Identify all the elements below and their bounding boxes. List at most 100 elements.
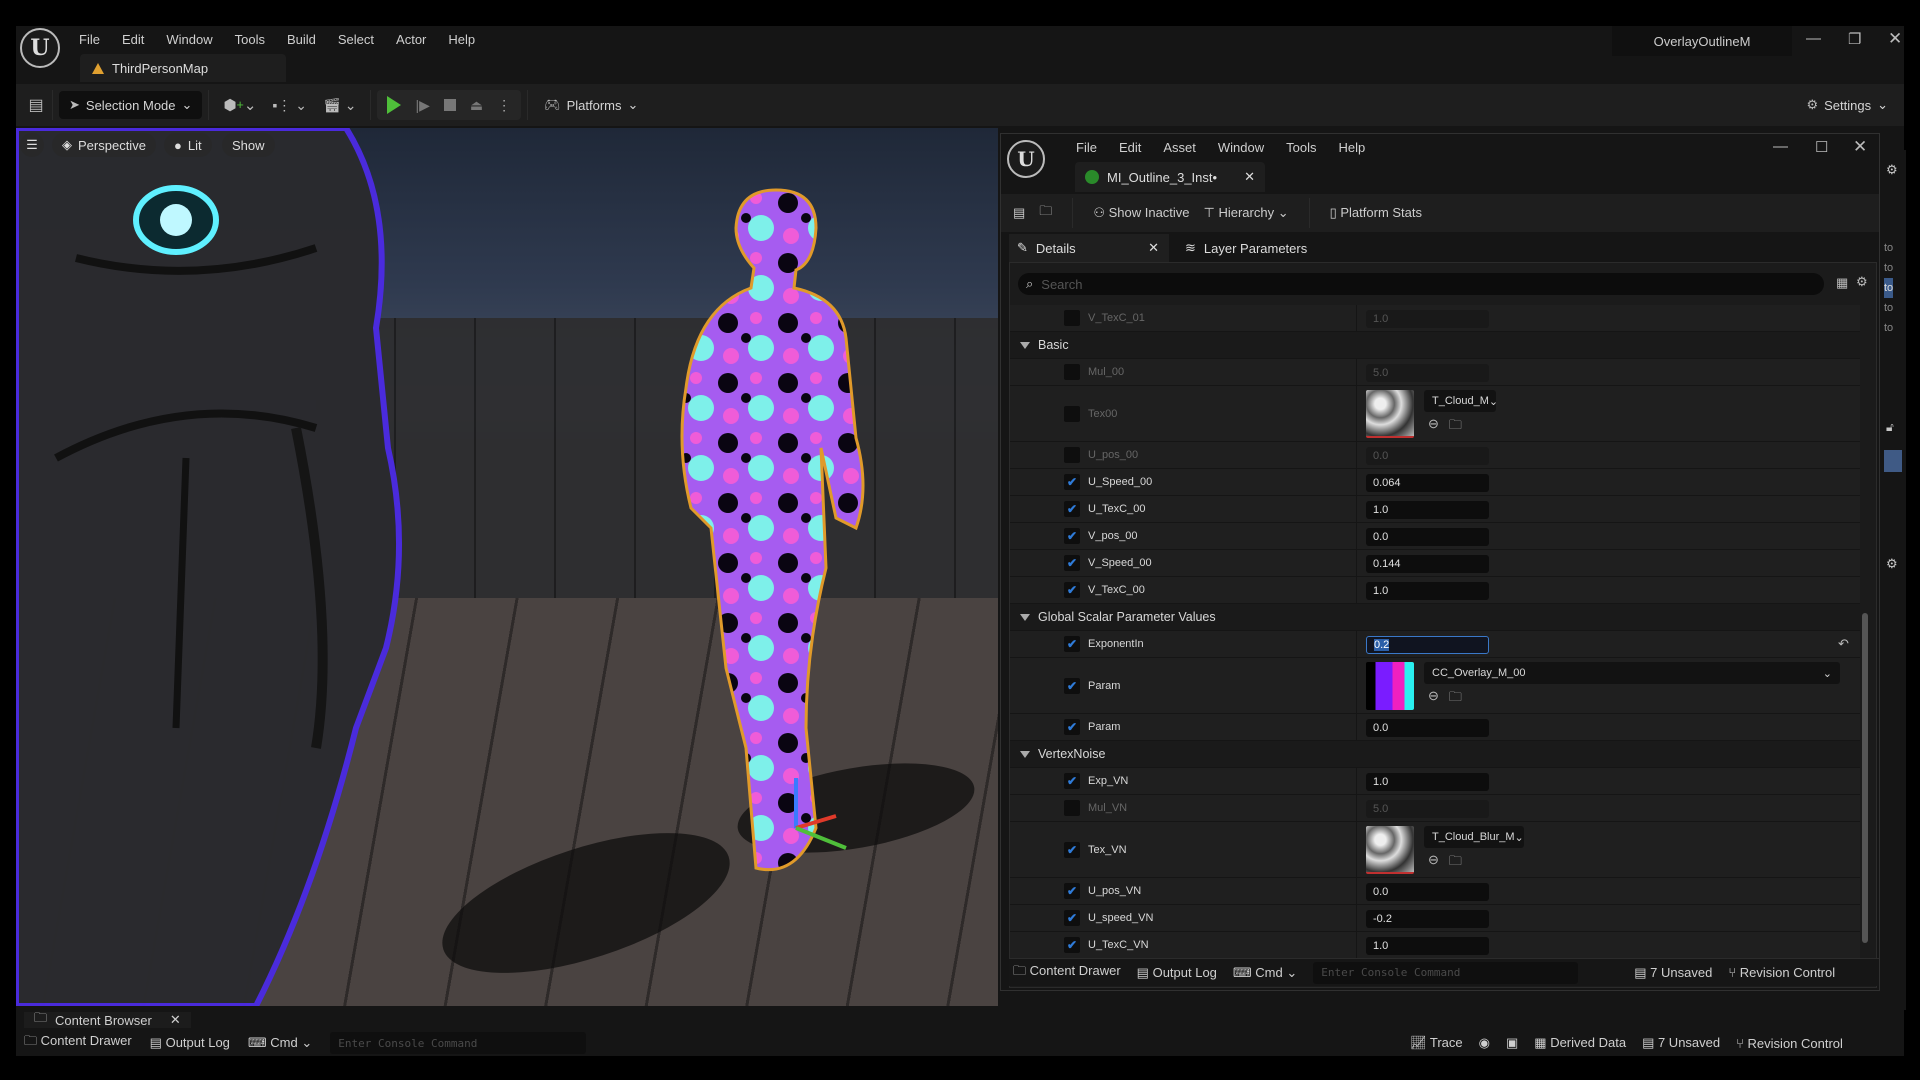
- texture-thumbnail[interactable]: [1366, 826, 1414, 874]
- cinematics-icon[interactable]: 🎬︎ ⌄: [323, 97, 356, 114]
- browse-asset-icon[interactable]: 🗀: [1449, 852, 1462, 874]
- parameter-value-input[interactable]: 5.0: [1366, 363, 1489, 382]
- browse-asset-icon[interactable]: 🗀: [1039, 202, 1052, 224]
- override-checkbox[interactable]: ✔: [1064, 937, 1080, 953]
- parameter-value-input[interactable]: 0.0: [1366, 527, 1489, 546]
- override-checkbox[interactable]: ✔: [1064, 773, 1080, 789]
- revision-control-button[interactable]: ⑂ Revision Control: [1728, 965, 1835, 980]
- browse-asset-icon[interactable]: 🗀: [1449, 416, 1462, 438]
- override-checkbox[interactable]: [1064, 800, 1080, 816]
- menu-asset[interactable]: Asset: [1152, 140, 1207, 155]
- texture-asset-dropdown[interactable]: T_Cloud_M ⌄: [1424, 390, 1498, 412]
- menu-file[interactable]: File: [1065, 140, 1108, 155]
- menu-window[interactable]: Window: [155, 32, 223, 47]
- console-input[interactable]: Enter Console Command: [1313, 961, 1579, 984]
- blueprint-icon[interactable]: ▪⋮ ⌄: [272, 97, 307, 114]
- lit-button[interactable]: ● Lit: [164, 133, 212, 157]
- tab-details[interactable]: ✎ Details ✕: [1009, 234, 1169, 262]
- override-checkbox[interactable]: ✔: [1064, 528, 1080, 544]
- override-checkbox[interactable]: ✔: [1064, 719, 1080, 735]
- unreal-logo[interactable]: U: [1007, 140, 1045, 178]
- menu-file[interactable]: File: [68, 32, 111, 47]
- category-header[interactable]: VertexNoise: [1020, 741, 1105, 767]
- platforms-dropdown[interactable]: 🎮︎ Platforms ⌄: [534, 91, 648, 119]
- close-icon[interactable]: ✕: [1148, 240, 1159, 256]
- use-selected-icon[interactable]: ⊖: [1428, 852, 1439, 874]
- parameter-value-input[interactable]: 5.0: [1366, 799, 1489, 818]
- override-checkbox[interactable]: [1064, 405, 1080, 422]
- hierarchy-dropdown[interactable]: ⊤ Hierarchy ⌄: [1204, 205, 1289, 221]
- viewport-menu-button[interactable]: ☰: [20, 133, 44, 157]
- parameter-value-input[interactable]: 1.0: [1366, 936, 1489, 955]
- curve-atlas-thumbnail[interactable]: [1366, 662, 1414, 710]
- override-checkbox[interactable]: ✔: [1064, 910, 1080, 926]
- save-icon[interactable]: ▤: [26, 95, 46, 115]
- close-icon[interactable]: ✕: [1888, 29, 1902, 49]
- texture-asset-dropdown[interactable]: T_Cloud_Blur_M ⌄: [1424, 826, 1524, 848]
- gear-icon[interactable]: ⚙: [1886, 556, 1898, 572]
- category-header[interactable]: Basic: [1020, 332, 1069, 358]
- menu-select[interactable]: Select: [327, 32, 385, 47]
- menu-edit[interactable]: Edit: [111, 32, 155, 47]
- gear-icon[interactable]: ⚙: [1886, 162, 1898, 178]
- maximize-icon[interactable]: ☐: [1815, 138, 1828, 156]
- show-inactive-button[interactable]: ⚇ Show Inactive: [1093, 205, 1189, 221]
- show-button[interactable]: Show: [222, 133, 275, 157]
- asset-tab[interactable]: MI_Outline_3_Inst• ✕: [1075, 162, 1265, 192]
- screenshot-icon[interactable]: ▣: [1506, 1035, 1518, 1051]
- close-icon[interactable]: ✕: [1853, 137, 1867, 157]
- cmd-dropdown[interactable]: ⌨ Cmd ⌄: [1233, 965, 1297, 981]
- parameter-value-input[interactable]: 0.0: [1366, 718, 1489, 737]
- content-drawer-button[interactable]: 🗀 Content Drawer: [1013, 962, 1121, 984]
- transform-gizmo[interactable]: [776, 768, 876, 868]
- content-browser-tab[interactable]: 🗀 Content Browser ✕: [24, 1010, 191, 1028]
- trace-button[interactable]: 📈︎ Trace: [1410, 1035, 1463, 1051]
- parameter-value-input[interactable]: 1.0: [1366, 309, 1489, 328]
- minimize-icon[interactable]: —: [1773, 138, 1788, 155]
- minimize-icon[interactable]: —: [1806, 30, 1821, 47]
- parameter-value-input[interactable]: 0.144: [1366, 554, 1489, 573]
- selection-mode-dropdown[interactable]: ➤ Selection Mode ⌄: [59, 91, 203, 119]
- platform-stats-button[interactable]: ▯ Platform Stats: [1330, 205, 1422, 221]
- output-log-button[interactable]: ▤ Output Log: [1137, 965, 1217, 981]
- details-scrollbar[interactable]: [1862, 613, 1868, 943]
- derived-data-button[interactable]: ▦ Derived Data: [1534, 1035, 1626, 1051]
- output-log-button[interactable]: ▤ Output Log: [150, 1035, 230, 1051]
- restore-icon[interactable]: ❐: [1848, 30, 1861, 48]
- level-viewport[interactable]: ☰ ◈ Perspective ● Lit Show: [16, 128, 998, 1006]
- parameter-value-input[interactable]: 1.0: [1366, 581, 1489, 600]
- eject-icon[interactable]: ⏏: [470, 97, 483, 114]
- parameter-value-input[interactable]: 0.064: [1366, 473, 1489, 492]
- play-icon[interactable]: [387, 96, 402, 114]
- parameter-value-input[interactable]: 0.0: [1366, 882, 1489, 901]
- gear-icon[interactable]: ⚙: [1856, 274, 1868, 290]
- menu-window[interactable]: Window: [1207, 140, 1275, 155]
- color-swatch[interactable]: [1884, 450, 1902, 472]
- category-header[interactable]: Global Scalar Parameter Values: [1020, 604, 1216, 630]
- unsaved-button[interactable]: ▤ 7 Unsaved: [1634, 965, 1712, 981]
- override-checkbox[interactable]: ✔: [1064, 677, 1080, 694]
- revision-control-button[interactable]: ⑂ Revision Control: [1736, 1036, 1843, 1051]
- close-icon[interactable]: ✕: [1244, 169, 1255, 185]
- parameter-value-input[interactable]: 0.0: [1366, 446, 1489, 465]
- override-checkbox[interactable]: ✔: [1064, 501, 1080, 517]
- stop-icon[interactable]: [443, 99, 456, 111]
- override-checkbox[interactable]: ✔: [1064, 636, 1080, 652]
- close-icon[interactable]: ✕: [170, 1012, 181, 1028]
- override-checkbox[interactable]: ✔: [1064, 582, 1080, 598]
- menu-build[interactable]: Build: [276, 32, 327, 47]
- unlock-icon[interactable]: 🔓︎: [1886, 420, 1894, 435]
- add-actor-icon[interactable]: ⬢ + ⌄: [223, 96, 256, 114]
- menu-help[interactable]: Help: [437, 32, 486, 47]
- unsaved-button[interactable]: ▤ 7 Unsaved: [1642, 1035, 1720, 1051]
- menu-edit[interactable]: Edit: [1108, 140, 1152, 155]
- level-tab[interactable]: ThirdPersonMap: [80, 54, 286, 82]
- override-checkbox[interactable]: ✔: [1064, 841, 1080, 858]
- menu-help[interactable]: Help: [1327, 140, 1376, 155]
- use-selected-icon[interactable]: ⊖: [1428, 688, 1439, 710]
- menu-tools[interactable]: Tools: [1275, 140, 1327, 155]
- more-options-icon[interactable]: ⋮: [497, 97, 511, 114]
- console-input[interactable]: Enter Console Command: [330, 1032, 587, 1054]
- menu-tools[interactable]: Tools: [224, 32, 276, 47]
- content-drawer-button[interactable]: 🗀 Content Drawer: [24, 1032, 132, 1054]
